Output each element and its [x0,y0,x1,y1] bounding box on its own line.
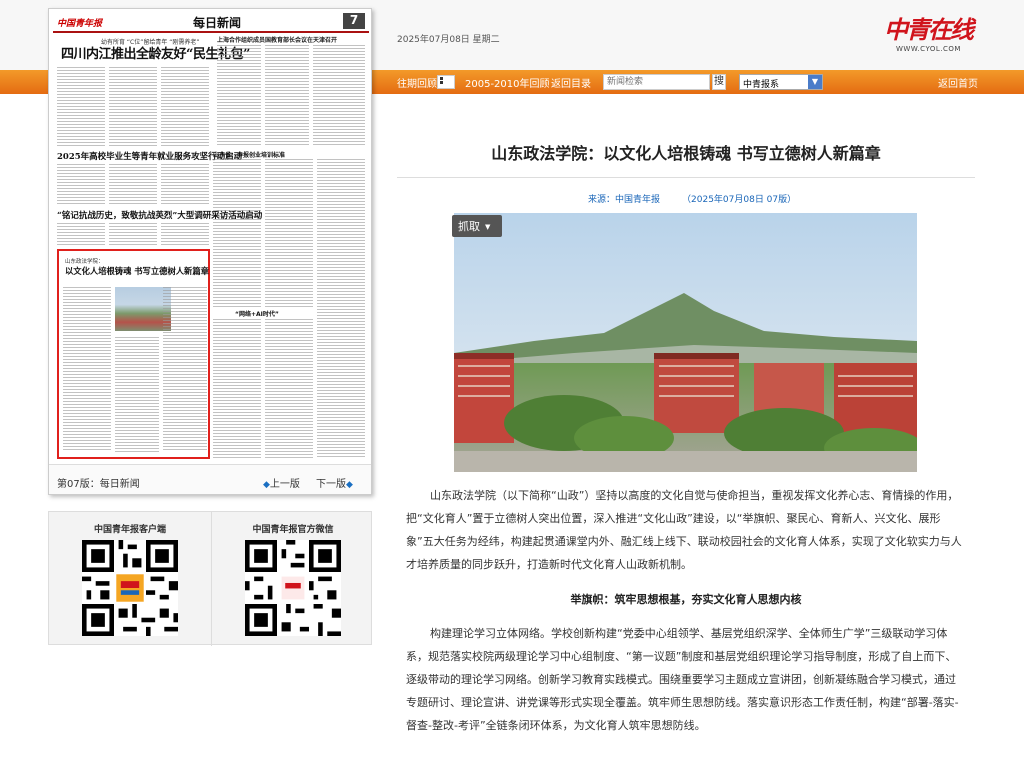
text-column [217,45,261,147]
title-divider [397,177,975,178]
text-column [57,223,105,245]
source-name: 来源：中国青年报 [588,195,661,205]
text-column [161,67,209,147]
years-review-link[interactable]: 2005-2010年回顾 [465,75,550,90]
paper-section-name: 每日新闻 [193,16,242,30]
current-date: 2025年07月08日 星期二 [397,35,500,45]
qr-wechat-title: 中国青年报官方微信 [252,525,334,535]
newspaper-page[interactable]: 中国青年报 每日新闻 7 幼有所育 “C位”留给青年 “刚需养老” 四川内江推出… [48,8,372,495]
current-page-label: 第07版：每日新闻 [57,479,140,490]
arrow-right-icon: ◆ [346,480,353,490]
paper-headline-6[interactable]: “网络+AI时代” [235,309,279,318]
paper-headline-3[interactable]: “铭记抗战历史，致敬抗战英烈”大型调研采访活动启动 [57,209,262,221]
qr-code-icon [245,540,341,636]
paper-logo: 中国青年报 [57,19,103,29]
text-column [161,223,209,245]
select-value: 中青报系 [743,80,780,90]
article-title: 山东政法学院：以文化人培根铸魂 书写立德树人新篇章 [491,144,881,163]
next-page-link[interactable]: 下一版◆ [316,475,353,490]
source-date: （2025年07月08日 07版） [682,195,797,205]
article-source: 来源：中国青年报 （2025年07月08日 07版） [588,192,796,205]
selected-article-box[interactable]: 山东政法学院： 以文化人培根铸魂 书写立德树人新篇章 [57,249,210,459]
article-photo [454,213,917,472]
selected-article-kicker: 山东政法学院： [65,259,104,265]
text-column [57,67,105,147]
back-to-index-link[interactable]: 返回目录 [551,75,591,90]
article-paragraph-2: 构建理论学习立体网络。学校创新构建“党委中心组领学、基层党组织深学、全体师生广学… [406,627,959,732]
text-column [163,287,207,452]
site-logo[interactable]: 中青在线 WWW.CYOL.COM [884,10,974,62]
text-column [313,45,365,147]
text-column [265,319,313,459]
text-column [109,164,157,206]
chevron-down-icon: ▼ [808,75,822,89]
text-column [213,159,261,307]
selected-article-title: 以文化人培根铸魂 书写立德树人新篇章 [65,266,209,276]
paper-page-number: 7 [343,13,365,29]
page-footer: 第07版：每日新闻 ◆上一版 下一版◆ [49,464,371,494]
paper-headline-4[interactable]: 山东省：申报创业培训标准 [213,150,285,159]
arrow-left-icon: ◆ [263,480,270,490]
capture-button[interactable]: 抓取 ▼ [452,215,502,237]
text-column [213,319,261,459]
qr-client-title: 中国青年报客户端 [93,525,166,535]
text-column [317,159,365,459]
prev-page-link[interactable]: ◆上一版 [263,475,300,490]
text-column [115,337,159,452]
text-column [265,45,309,147]
text-column [63,287,111,452]
text-column [109,67,157,147]
calendar-icon[interactable] [437,75,455,89]
article-subheading: 举旗帜：筑牢思想根基，夯实文化育人思想内核 [570,593,802,606]
search-button[interactable]: 搜 [712,74,726,90]
logo-text: 中青在线 [884,15,974,44]
home-link[interactable]: 返回首页 [938,75,978,90]
text-column [109,223,157,245]
text-column [161,164,209,206]
qr-wechat: 中国青年报官方微信 [211,512,373,646]
qr-client: 中国青年报客户端 [49,512,211,646]
search-input[interactable] [603,74,710,90]
paper-right-headline[interactable]: 上海合作组织成员国教育部长会议在天津召开 [217,35,337,44]
past-review-link[interactable]: 往期回顾 [397,75,437,90]
logo-url: WWW.CYOL.COM [896,45,961,53]
text-column [265,159,313,307]
caret-down-icon: ▼ [485,223,491,231]
qr-panel: 中国青年报客户端 中国青年报官方微信 [48,511,373,646]
newspaper-select[interactable]: 中青报系 ▼ [739,74,823,90]
qr-code-icon [82,540,178,636]
text-column [57,164,105,206]
article-paragraph-1: 山东政法学院（以下简称“山政”）坚持以高度的文化自觉与使命担当，重视发挥文化养心… [406,489,962,571]
paper-masthead: 中国青年报 每日新闻 7 [53,13,369,33]
